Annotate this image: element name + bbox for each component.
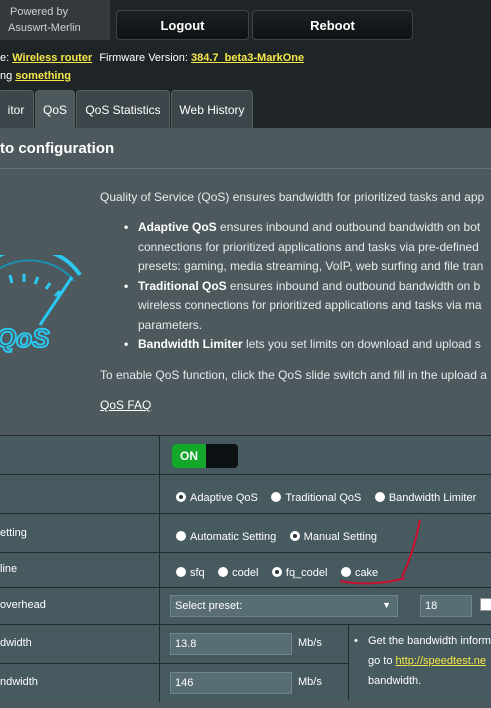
radio-icon <box>176 531 186 541</box>
bullet-text: parameters. <box>138 317 203 332</box>
tab-web-history[interactable]: Web History <box>171 90 253 129</box>
hint-line2: go to http://speedtest.ne <box>368 651 486 671</box>
upload-unit: Mb/s <box>298 637 322 649</box>
bullet-text: connections for prioritized applications… <box>138 239 479 254</box>
download-unit: Mb/s <box>298 676 322 688</box>
option-label: sfq <box>190 567 205 579</box>
option-label: fq_codel <box>285 567 328 579</box>
list-item: Bandwidth Limiter lets you set limits on… <box>120 335 491 355</box>
ssid-link[interactable]: something <box>15 70 71 82</box>
qos-logo-text: QoS <box>0 323 50 353</box>
logout-button[interactable]: Logout <box>116 10 249 40</box>
qos-type-cell: Adaptive QoS Traditional QoS Bandwidth L… <box>159 475 491 513</box>
upload-bandwidth-input[interactable]: 13.8 <box>170 633 292 655</box>
overhead-label: overhead <box>0 599 46 611</box>
radio-icon <box>289 531 300 541</box>
tab-monitor[interactable]: itor <box>0 90 34 129</box>
bullet-text: lets you set limits on download and uplo… <box>242 337 481 351</box>
speedtest-link[interactable]: http://speedtest.ne <box>396 655 487 667</box>
chevron-down-icon: ▼ <box>382 600 391 610</box>
toggle-on-label: ON <box>172 444 206 468</box>
qos-intro-text: Quality of Service (QoS) ensures bandwid… <box>100 190 485 204</box>
radio-icon <box>176 567 186 577</box>
red-annotation-mark <box>339 519 421 585</box>
download-bandwidth-input[interactable]: 146 <box>170 672 292 694</box>
page-title: to configuration <box>0 140 115 157</box>
automatic-setting-radio[interactable]: Automatic Setting <box>176 531 276 543</box>
qos-type-traditional[interactable]: Traditional QoS <box>271 492 361 504</box>
reboot-button[interactable]: Reboot <box>252 10 413 40</box>
ssid-line: ng something <box>0 70 71 82</box>
bullet-text: ensures inbound and outbound bandwidth o… <box>226 278 481 293</box>
overhead-input[interactable]: 18 <box>420 595 472 617</box>
enable-qos-cell: ON <box>159 436 491 474</box>
queue-discipline-cell: sfq codel fq_codel cake <box>159 553 491 587</box>
radio-icon <box>374 492 385 502</box>
enable-instructions: To enable QoS function, click the QoS sl… <box>100 368 487 382</box>
bandwidth-setting-label: etting <box>0 527 27 539</box>
bullet-title: Adaptive QoS <box>138 220 217 234</box>
tab-qos[interactable]: QoS <box>35 90 75 129</box>
overhead-preset-value: Select preset: <box>175 600 243 612</box>
option-label: Automatic Setting <box>190 531 277 543</box>
operation-mode-line: e: Wireless router Firmware Version: 384… <box>0 52 304 64</box>
bullet-text: ensures inbound and outbound bandwidth o… <box>216 220 481 234</box>
bullet-text: presets: gaming, media streaming, VoIP, … <box>138 259 484 273</box>
option-label: Adaptive QoS <box>190 492 258 504</box>
option-label: Traditional QoS <box>285 492 362 504</box>
list-item: Traditional QoS ensures inbound and outb… <box>120 277 491 336</box>
qos-faq-link[interactable]: QoS FAQ <box>100 398 151 412</box>
qos-type-radios: Adaptive QoS Traditional QoS Bandwidth L… <box>176 488 485 506</box>
overhead-checkbox[interactable] <box>480 598 491 611</box>
ssid-prefix: ng <box>0 70 13 82</box>
codel-radio[interactable]: codel <box>218 567 258 579</box>
mode-prefix: e: <box>0 52 10 64</box>
hint-line3: bandwidth. <box>368 675 422 687</box>
qos-type-adaptive[interactable]: Adaptive QoS <box>176 492 258 504</box>
radio-icon <box>271 567 282 577</box>
overhead-cell: Select preset: ▼ 18 <box>159 588 491 624</box>
brand-logo: Powered by Asuswrt-Merlin <box>0 0 110 40</box>
radio-icon <box>271 492 282 502</box>
qos-feature-list: Adaptive QoS ensures inbound and outboun… <box>120 218 491 355</box>
firmware-label: Firmware Version: <box>99 52 188 64</box>
option-label: codel <box>232 567 259 579</box>
row-enable-qos: ON <box>0 435 491 474</box>
sfq-radio[interactable]: sfq <box>176 567 205 579</box>
list-item: Adaptive QoS ensures inbound and outboun… <box>120 218 491 277</box>
option-label: Bandwidth Limiter <box>388 492 477 504</box>
bullet-text: wireless connections for prioritized app… <box>138 298 482 312</box>
overhead-preset-select[interactable]: Select preset: ▼ <box>170 595 398 617</box>
qos-gauge-icon: QoS <box>0 246 92 355</box>
qos-type-limiter[interactable]: Bandwidth Limiter <box>374 492 477 504</box>
radio-icon <box>176 492 186 502</box>
download-bandwidth-label: ndwidth <box>0 676 38 688</box>
brand-line2: Asuswrt-Merlin <box>8 22 81 34</box>
hint-line1: Get the bandwidth inform <box>368 635 491 647</box>
bullet-title: Traditional QoS <box>138 278 227 293</box>
bullet-title: Bandwidth Limiter <box>138 337 243 351</box>
firmware-link[interactable]: 384.7_beta3-MarkOne <box>191 52 304 64</box>
brand-line1: Powered by <box>10 6 69 18</box>
radio-icon <box>218 567 229 577</box>
hint-bullet-icon: • <box>354 635 358 647</box>
tab-bar: itor QoS QoS Statistics Web History <box>0 90 491 129</box>
queue-discipline-label: line <box>0 563 18 575</box>
bandwidth-setting-cell: Automatic Setting Manual Setting <box>159 514 491 552</box>
fq-codel-radio[interactable]: fq_codel <box>271 567 328 579</box>
bandwidth-hint: • Get the bandwidth inform go to http://… <box>348 625 491 700</box>
operation-mode-link[interactable]: Wireless router <box>12 52 92 64</box>
row-wan-overhead: overhead Select preset: ▼ 18 <box>0 587 491 624</box>
qos-toggle[interactable]: ON <box>172 444 238 468</box>
tab-qos-statistics[interactable]: QoS Statistics <box>76 90 170 129</box>
row-qos-type: Adaptive QoS Traditional QoS Bandwidth L… <box>0 474 491 513</box>
upload-bandwidth-label: dwidth <box>0 637 32 649</box>
hint-prefix: go to <box>368 655 393 667</box>
